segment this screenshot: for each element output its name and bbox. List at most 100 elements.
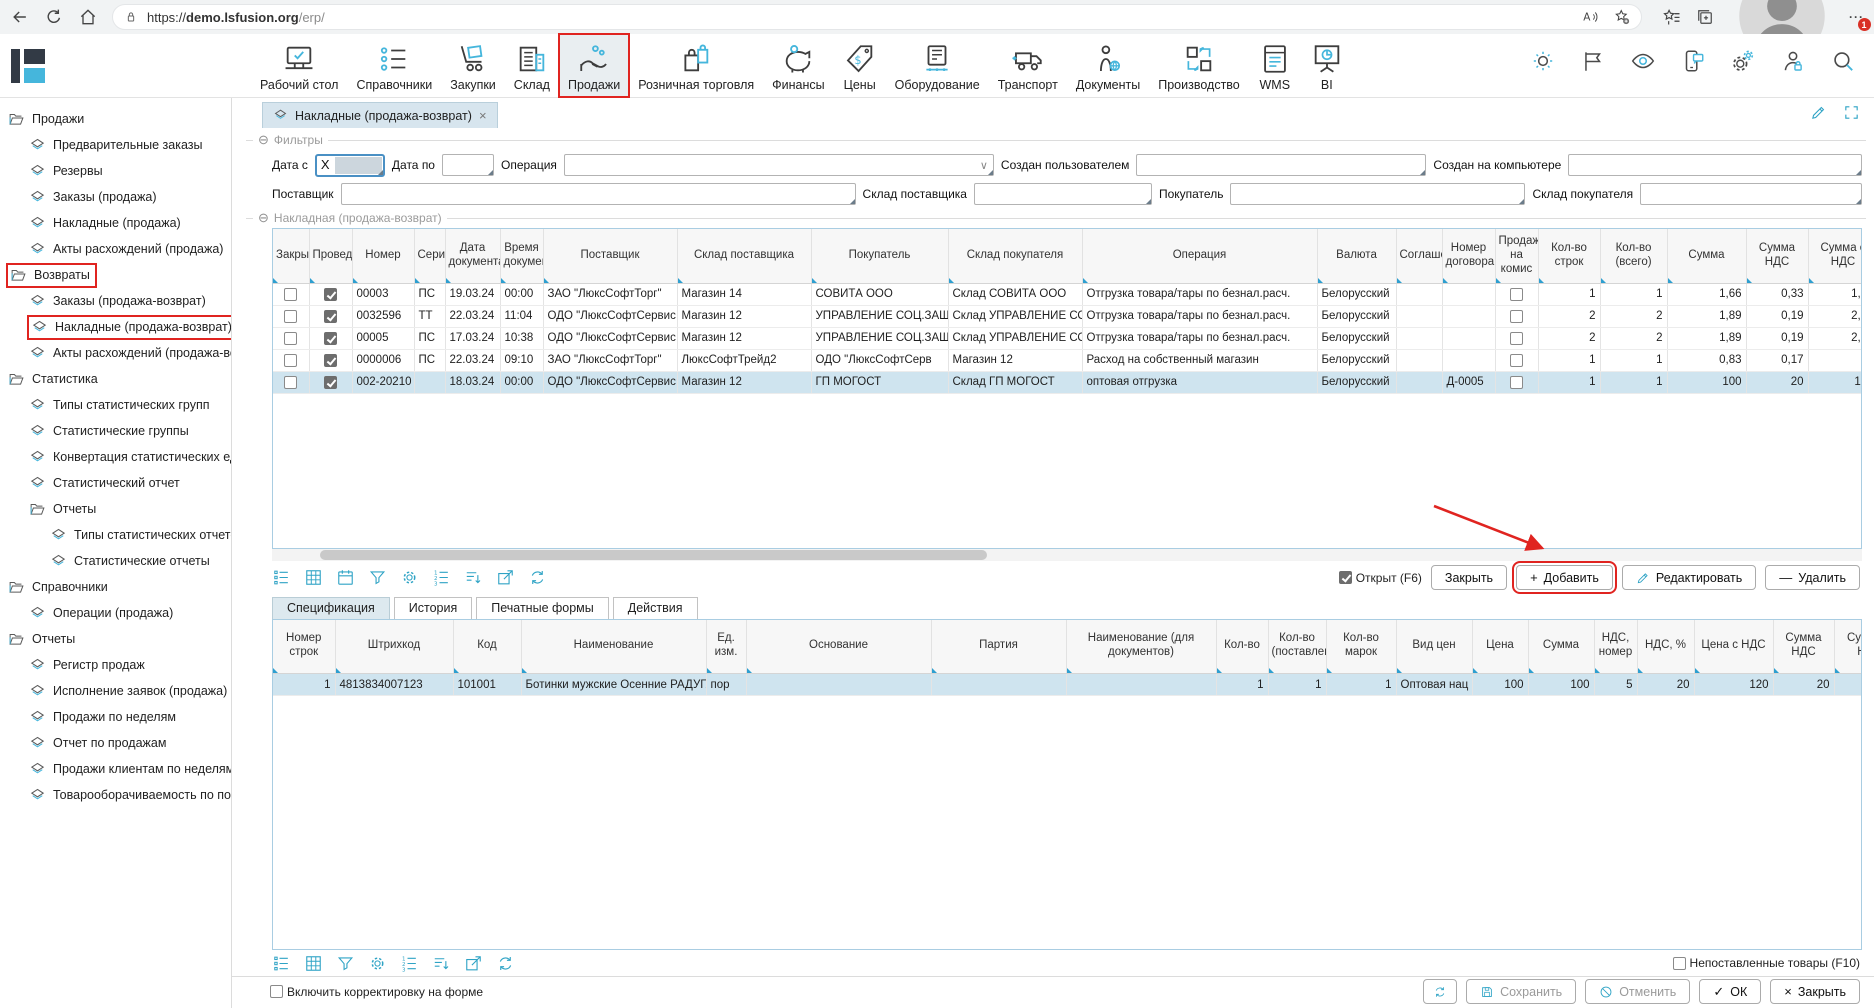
cell-commission[interactable] — [1495, 349, 1538, 371]
tree-item[interactable]: Резервы — [0, 158, 231, 184]
cell-customer-stock[interactable]: Склад УПРАВЛЕНИЕ СОЦ — [948, 327, 1082, 349]
scrollbar-thumb[interactable] — [320, 550, 988, 560]
column-header[interactable]: Кол-во (поставлено) — [1268, 620, 1326, 674]
module-item[interactable]: WMS — [1249, 34, 1301, 97]
customer-input[interactable] — [1230, 183, 1525, 205]
tree-item[interactable]: Продажи клиентам по неделям — [0, 756, 231, 782]
cell-customer[interactable]: УПРАВЛЕНИЕ СОЦ.ЗАЩ — [811, 305, 948, 327]
spec-cell[interactable]: 1 — [273, 674, 335, 696]
tree-item[interactable]: Отчеты — [0, 496, 231, 522]
cell-qty[interactable]: 1 — [1600, 283, 1667, 305]
cell-qty[interactable]: 1 — [1600, 349, 1667, 371]
cell-date[interactable]: 19.03.24 — [445, 283, 500, 305]
cell-supplier[interactable]: ОДО "ЛюксСофтСервис — [543, 327, 677, 349]
invoice-row[interactable]: 002-20210 18.03.24 00:00 ОДО "ЛюксСофтСе… — [273, 371, 1862, 393]
export-icon[interactable] — [496, 568, 515, 587]
column-header[interactable]: НДС, номер — [1594, 620, 1637, 674]
cell-currency[interactable]: Белорусский — [1317, 371, 1396, 393]
cell-currency[interactable]: Белорусский — [1317, 305, 1396, 327]
spec-cell[interactable]: 120 — [1694, 674, 1773, 696]
cancel-button[interactable]: Отменить — [1585, 979, 1690, 1004]
cell-customer-stock[interactable]: Склад СОВИТА ООО — [948, 283, 1082, 305]
cell-supplier-stock[interactable]: Магазин 12 — [677, 305, 811, 327]
cell-commission[interactable] — [1495, 283, 1538, 305]
closed-checkbox[interactable] — [284, 310, 297, 323]
column-header[interactable]: Цена — [1472, 620, 1528, 674]
cell-series[interactable]: ТТ — [414, 305, 445, 327]
cell-closed[interactable] — [273, 283, 309, 305]
cell-time[interactable]: 10:38 — [500, 327, 543, 349]
settings-gears-icon[interactable] — [1730, 48, 1756, 74]
module-item[interactable]: Документы — [1067, 34, 1149, 97]
date-to-input[interactable] — [442, 154, 494, 176]
cell-date[interactable]: 22.03.24 — [445, 305, 500, 327]
cell-supplier-stock[interactable]: Магазин 12 — [677, 371, 811, 393]
cell-date[interactable]: 22.03.24 — [445, 349, 500, 371]
module-item[interactable]: Склад — [505, 34, 559, 97]
cell-total[interactable]: 1 — [1808, 349, 1862, 371]
cell-date[interactable]: 18.03.24 — [445, 371, 500, 393]
invoice-row[interactable]: 00005 ПС 17.03.24 10:38 ОДО "ЛюксСофтСер… — [273, 327, 1862, 349]
column-header[interactable]: Сумма НДС — [1746, 229, 1808, 283]
column-header[interactable]: Партия — [931, 620, 1066, 674]
column-header[interactable]: Продажа на комис — [1495, 229, 1538, 283]
tree-item[interactable]: Накладные (продажа-возврат) — [0, 314, 231, 340]
column-header[interactable]: Склад поставщика — [677, 229, 811, 283]
column-header[interactable]: Кол-во строк — [1538, 229, 1600, 283]
edit-form-icon[interactable] — [1810, 104, 1827, 121]
column-header[interactable]: Кол-во марок — [1326, 620, 1396, 674]
cell-customer-stock[interactable]: Склад ГП МОГОСТ — [948, 371, 1082, 393]
export-icon[interactable] — [464, 954, 483, 973]
column-header[interactable]: Вид цен — [1396, 620, 1472, 674]
tree-item[interactable]: Продажи — [0, 106, 231, 132]
cell-number[interactable]: 002-20210 — [352, 371, 414, 393]
cell-time[interactable]: 09:10 — [500, 349, 543, 371]
column-header[interactable]: Закрыт — [273, 229, 309, 283]
closed-checkbox[interactable] — [284, 288, 297, 301]
cell-customer[interactable]: ОДО "ЛюксСофтСерв — [811, 349, 948, 371]
spec-cell[interactable]: пор — [706, 674, 746, 696]
cell-amount[interactable]: 1,89 — [1667, 327, 1746, 349]
collapse-icon[interactable]: ⊖ — [258, 132, 269, 148]
cell-agreement[interactable] — [1396, 327, 1442, 349]
browser-reload-icon[interactable] — [44, 7, 64, 27]
cell-currency[interactable]: Белорусский — [1317, 283, 1396, 305]
close-invoice-button[interactable]: Закрыть — [1431, 565, 1507, 590]
spec-cell[interactable]: Ботинки мужские Осенние РАДУГА — [521, 674, 706, 696]
collapse-icon[interactable]: ⊖ — [258, 210, 269, 226]
tree-item[interactable]: Статистика — [0, 366, 231, 392]
calendar-icon[interactable] — [336, 568, 355, 587]
tree-item[interactable]: Исполнение заявок (продажа) — [0, 678, 231, 704]
module-item[interactable]: Цены — [834, 34, 886, 97]
refresh-icon[interactable] — [496, 954, 515, 973]
tree-item[interactable]: Отчеты — [0, 626, 231, 652]
column-header[interactable]: Наименование — [521, 620, 706, 674]
tree-item[interactable]: Конвертация статистических ед. изм. — [0, 444, 231, 470]
cell-supplier[interactable]: ЗАО "ЛюксСофтТорг" — [543, 283, 677, 305]
invoice-row[interactable]: 0000006 ПС 22.03.24 09:10 ЗАО "ЛюксСофтТ… — [273, 349, 1862, 371]
cell-lines[interactable]: 1 — [1538, 371, 1600, 393]
column-header[interactable]: Операция — [1082, 229, 1317, 283]
date-from-input[interactable]: X — [315, 154, 385, 177]
module-item[interactable]: BI — [1301, 34, 1353, 97]
cell-total[interactable]: 120 — [1808, 371, 1862, 393]
tree-item[interactable]: Предварительные заказы — [0, 132, 231, 158]
cell-date[interactable]: 17.03.24 — [445, 327, 500, 349]
cell-lines[interactable]: 1 — [1538, 283, 1600, 305]
sort-icon[interactable] — [432, 954, 451, 973]
column-header[interactable]: Штрихкод — [335, 620, 453, 674]
cell-total[interactable]: 2,08 — [1808, 305, 1862, 327]
module-item[interactable]: Рабочий стол — [251, 34, 347, 97]
numbered-list-icon[interactable] — [400, 954, 419, 973]
column-header[interactable]: Сумма с НДС — [1808, 229, 1862, 283]
search-icon[interactable] — [1830, 48, 1856, 74]
filter-icon[interactable] — [336, 954, 355, 973]
cell-operation[interactable]: Расход на собственный магазин — [1082, 349, 1317, 371]
tree-item[interactable]: Товарооборачиваемость по поставщика — [0, 782, 231, 808]
close-form-button[interactable]: ×Закрыть — [1770, 979, 1860, 1004]
address-bar[interactable]: https://demo.lsfusion.org/erp/ — [112, 4, 1642, 30]
posted-checkbox[interactable] — [324, 288, 337, 301]
collections-icon[interactable] — [1695, 7, 1715, 27]
column-header[interactable]: НДС, % — [1637, 620, 1694, 674]
column-header[interactable]: Код — [453, 620, 521, 674]
